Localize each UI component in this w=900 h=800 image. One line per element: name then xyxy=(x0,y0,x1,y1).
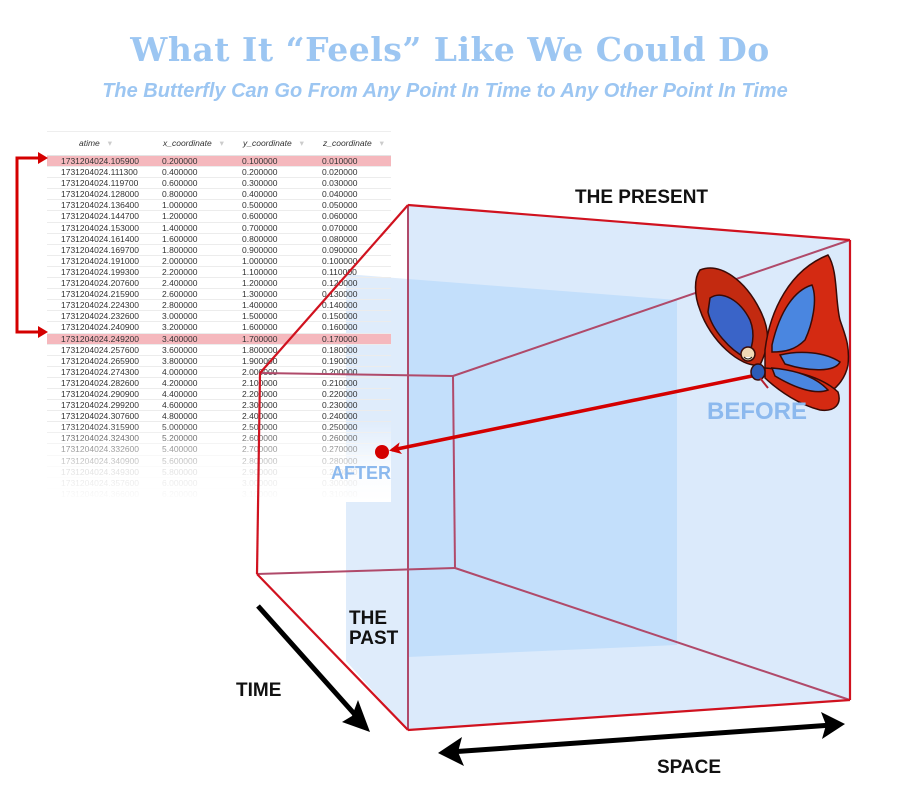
label-space-axis: SPACE xyxy=(657,757,722,778)
label-past-line2: PAST xyxy=(349,628,399,649)
label-the-present: THE PRESENT xyxy=(575,187,709,208)
travel-arrow xyxy=(389,374,753,455)
double-arrow-horizontal-icon xyxy=(438,712,845,766)
after-point-dot xyxy=(375,445,389,459)
label-past-line1: THE xyxy=(349,608,387,629)
label-before: BEFORE xyxy=(707,398,808,425)
bracket-arrow-icon xyxy=(15,152,48,338)
label-after: AFTER xyxy=(331,463,391,483)
butterfly-hero-icon xyxy=(694,254,850,412)
label-time-axis: TIME xyxy=(236,680,282,701)
label-the-past: THE PAST xyxy=(349,609,398,649)
